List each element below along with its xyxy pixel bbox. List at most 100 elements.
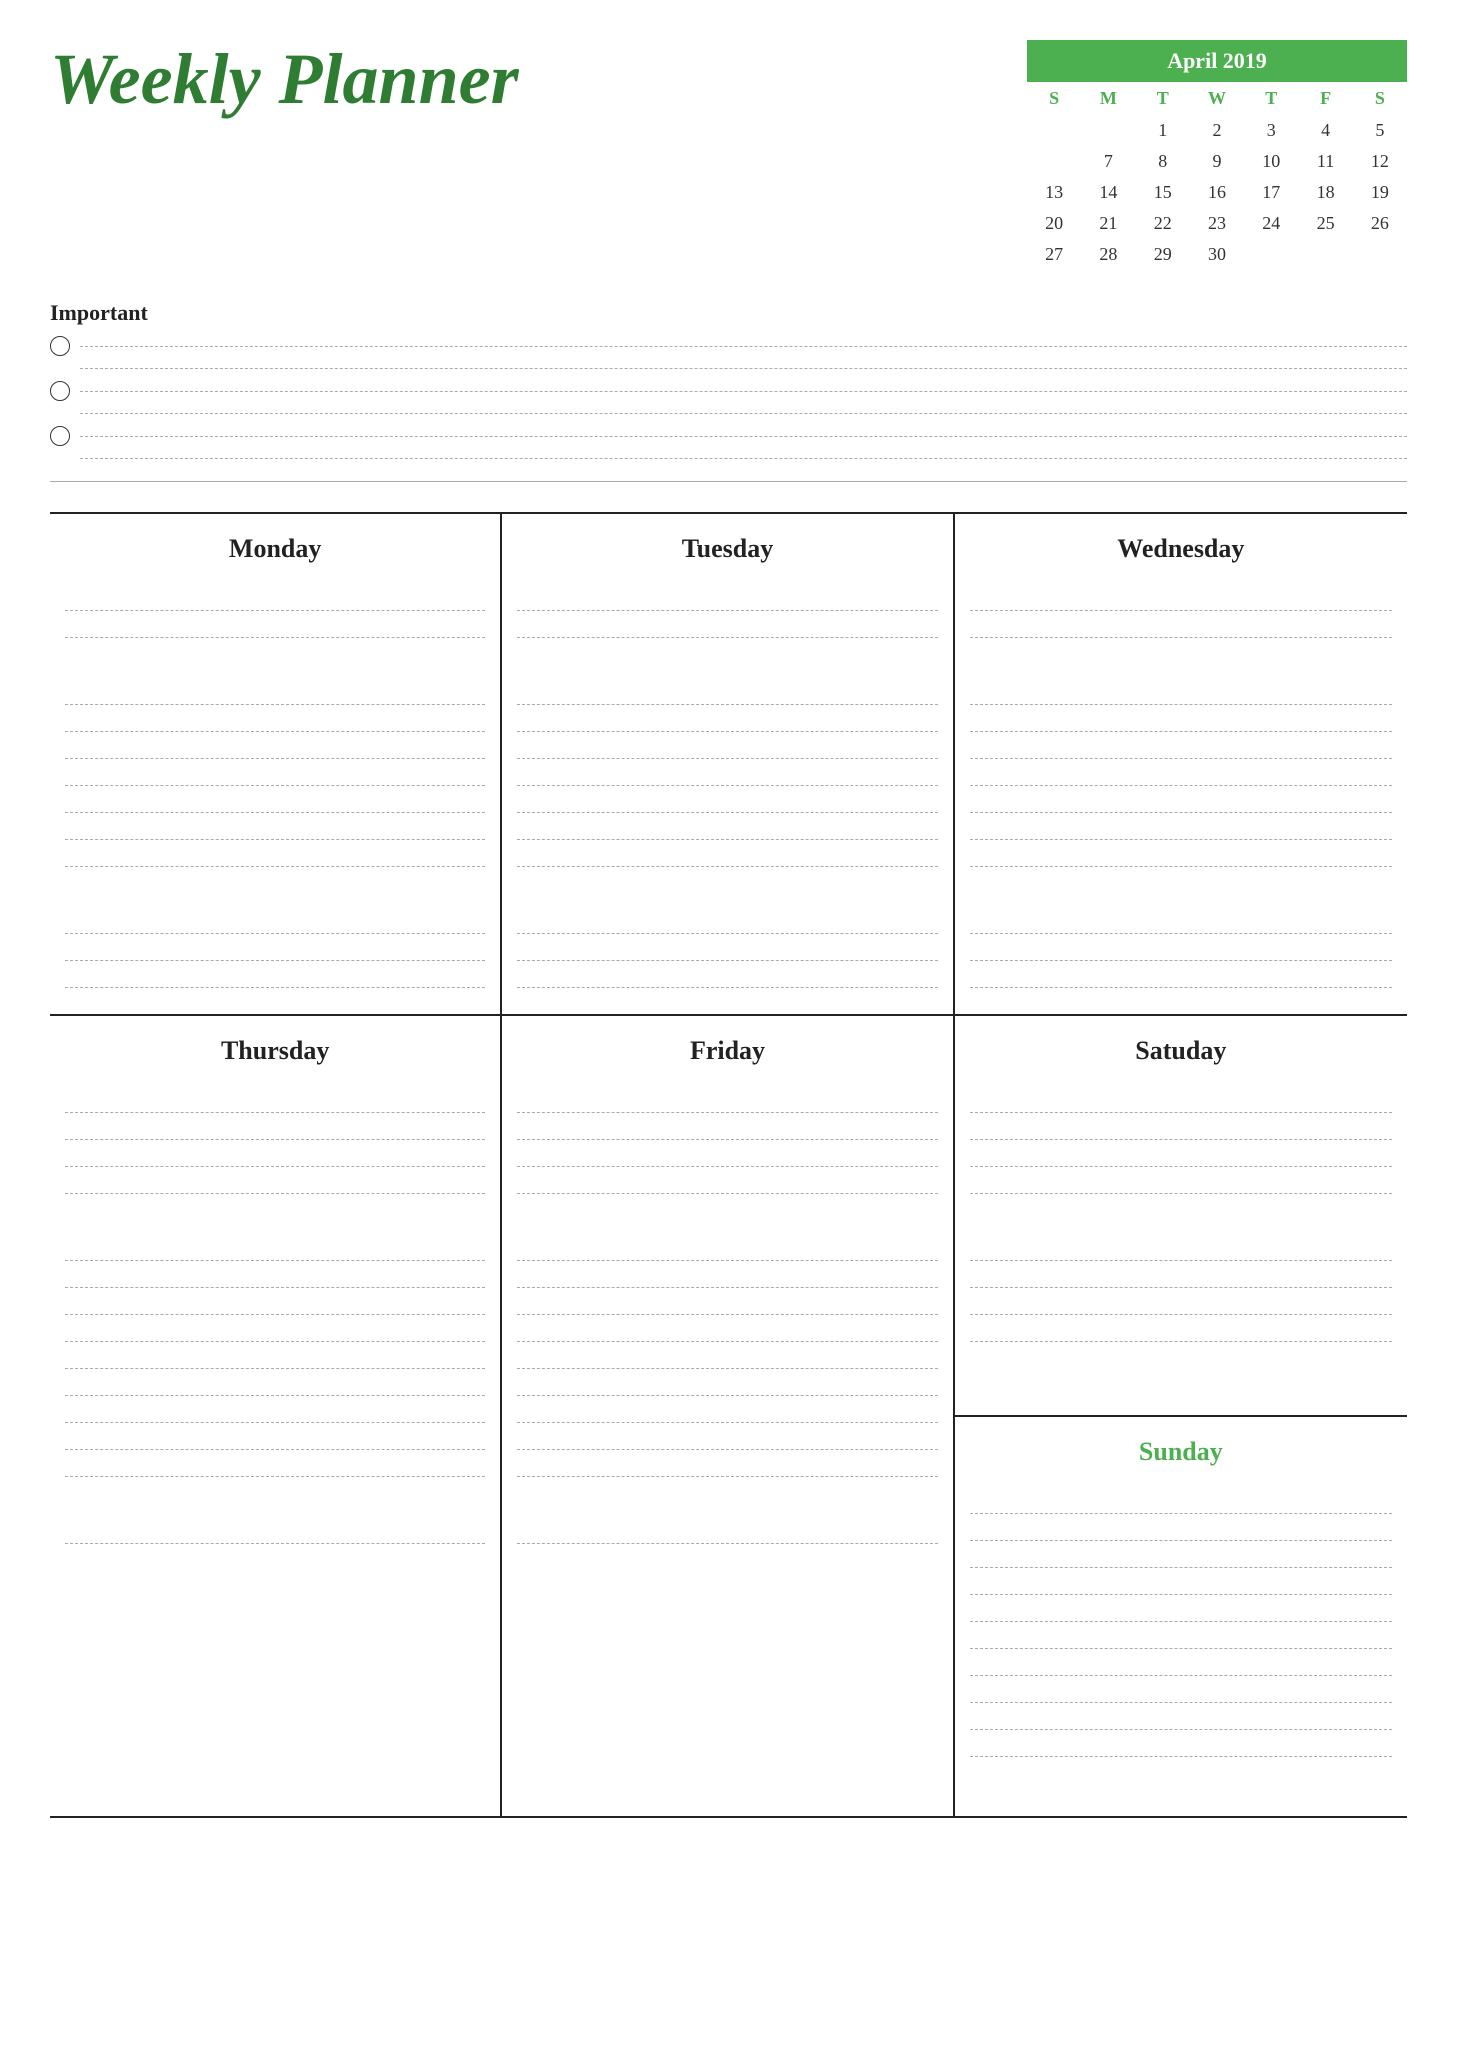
thu-line5 (65, 1234, 485, 1261)
important-line-1 (80, 346, 1407, 347)
important-line-2 (80, 391, 1407, 392)
cal-cell-28: 28 (1081, 239, 1135, 270)
sunday-block: Sunday (955, 1417, 1407, 1816)
wed-line3 (970, 678, 1392, 705)
cal-day-f: F (1298, 82, 1352, 115)
wed-line1 (970, 584, 1392, 611)
cal-cell-16: 16 (1190, 177, 1244, 208)
cal-cell-empty3: 6 (1027, 146, 1081, 177)
cal-cell-12: 12 (1353, 146, 1407, 177)
friday-lines (517, 1086, 937, 1544)
wed-line8 (970, 813, 1392, 840)
thursday-block: Thursday (50, 1016, 502, 1816)
tue-line12 (517, 961, 937, 988)
wed-line6 (970, 759, 1392, 786)
mon-line1 (65, 584, 485, 611)
cal-cell-20: 20 (1027, 208, 1081, 239)
thursday-lines (65, 1086, 485, 1544)
tue-line1 (517, 584, 937, 611)
cal-cell-2: 2 (1190, 115, 1244, 146)
cal-cell-23: 23 (1190, 208, 1244, 239)
fri-line3 (517, 1140, 937, 1167)
mon-line8 (65, 813, 485, 840)
mon-line5 (65, 732, 485, 759)
tue-gap2 (517, 867, 937, 907)
mon-line6 (65, 759, 485, 786)
fri-line6 (517, 1261, 937, 1288)
bottom-week-grid: Thursday Friday (50, 1014, 1407, 1818)
sat-line7 (970, 1288, 1392, 1315)
cal-cell-15: 15 (1136, 177, 1190, 208)
important-dottedline-2 (80, 413, 1407, 414)
fri-line9 (517, 1342, 937, 1369)
sun-line6 (970, 1622, 1392, 1649)
tuesday-block: Tuesday (502, 514, 954, 1014)
tuesday-label: Tuesday (517, 534, 937, 564)
sun-line8 (970, 1676, 1392, 1703)
thu-line12 (65, 1423, 485, 1450)
friday-block: Friday (502, 1016, 954, 1816)
fri-gap1 (517, 1194, 937, 1234)
sunday-label: Sunday (970, 1437, 1392, 1467)
cal-cell-25: 25 (1298, 208, 1352, 239)
friday-label: Friday (517, 1036, 937, 1066)
page-header: Weekly Planner April 2019 S M T W T F S … (50, 40, 1407, 280)
sunday-lines (970, 1487, 1392, 1757)
tue-line8 (517, 813, 937, 840)
wed-gap2 (970, 867, 1392, 907)
tue-line7 (517, 786, 937, 813)
important-subline-3 (50, 454, 1407, 463)
sun-line4 (970, 1568, 1392, 1595)
wed-gap1 (970, 638, 1392, 678)
sat-gap1 (970, 1194, 1392, 1234)
mon-line7 (65, 786, 485, 813)
important-item-3 (50, 426, 1407, 446)
cal-cell-e1 (1244, 239, 1298, 270)
satuday-label: Satuday (970, 1036, 1392, 1066)
cal-cell-27: 27 (1027, 239, 1081, 270)
cal-cell-10: 10 (1244, 146, 1298, 177)
sat-line6 (970, 1261, 1392, 1288)
cal-day-w: W (1190, 82, 1244, 115)
wed-line4 (970, 705, 1392, 732)
wed-line5 (970, 732, 1392, 759)
calendar-header: April 2019 (1027, 40, 1407, 82)
sat-line2 (970, 1113, 1392, 1140)
cal-cell-26: 26 (1353, 208, 1407, 239)
wed-line12 (970, 961, 1392, 988)
monday-block: Monday (50, 514, 502, 1014)
fri-line13 (517, 1450, 937, 1477)
cal-cell-22: 22 (1136, 208, 1190, 239)
cal-cell-18: 18 (1298, 177, 1352, 208)
thu-line14 (65, 1517, 485, 1544)
cal-cell-21: 21 (1081, 208, 1135, 239)
sat-line8 (970, 1315, 1392, 1342)
sun-line2 (970, 1514, 1392, 1541)
thu-line1 (65, 1086, 485, 1113)
cal-day-m: M (1081, 82, 1135, 115)
fri-line11 (517, 1396, 937, 1423)
important-dottedline-3 (80, 458, 1407, 459)
satuday-sunday-column: Satuday Sunday (955, 1016, 1407, 1816)
tue-line10 (517, 907, 937, 934)
fri-gap2 (517, 1477, 937, 1517)
tue-line11 (517, 934, 937, 961)
cal-cell-3: 3 (1244, 115, 1298, 146)
cal-cell-30: 30 (1190, 239, 1244, 270)
cal-cell-14: 14 (1081, 177, 1135, 208)
thu-line2 (65, 1113, 485, 1140)
important-section: Important (50, 300, 1407, 482)
cal-day-s2: S (1353, 82, 1407, 115)
mon-line10 (65, 907, 485, 934)
cal-cell-8: 8 (1136, 146, 1190, 177)
tue-line3 (517, 678, 937, 705)
wed-line9 (970, 840, 1392, 867)
thu-line3 (65, 1140, 485, 1167)
calendar-grid: S M T W T F S 1 2 3 4 5 6 7 8 9 10 11 12… (1027, 82, 1407, 280)
thu-line6 (65, 1261, 485, 1288)
thu-line9 (65, 1342, 485, 1369)
thu-line13 (65, 1450, 485, 1477)
tuesday-lines (517, 584, 937, 988)
sat-line5 (970, 1234, 1392, 1261)
wednesday-lines (970, 584, 1392, 988)
